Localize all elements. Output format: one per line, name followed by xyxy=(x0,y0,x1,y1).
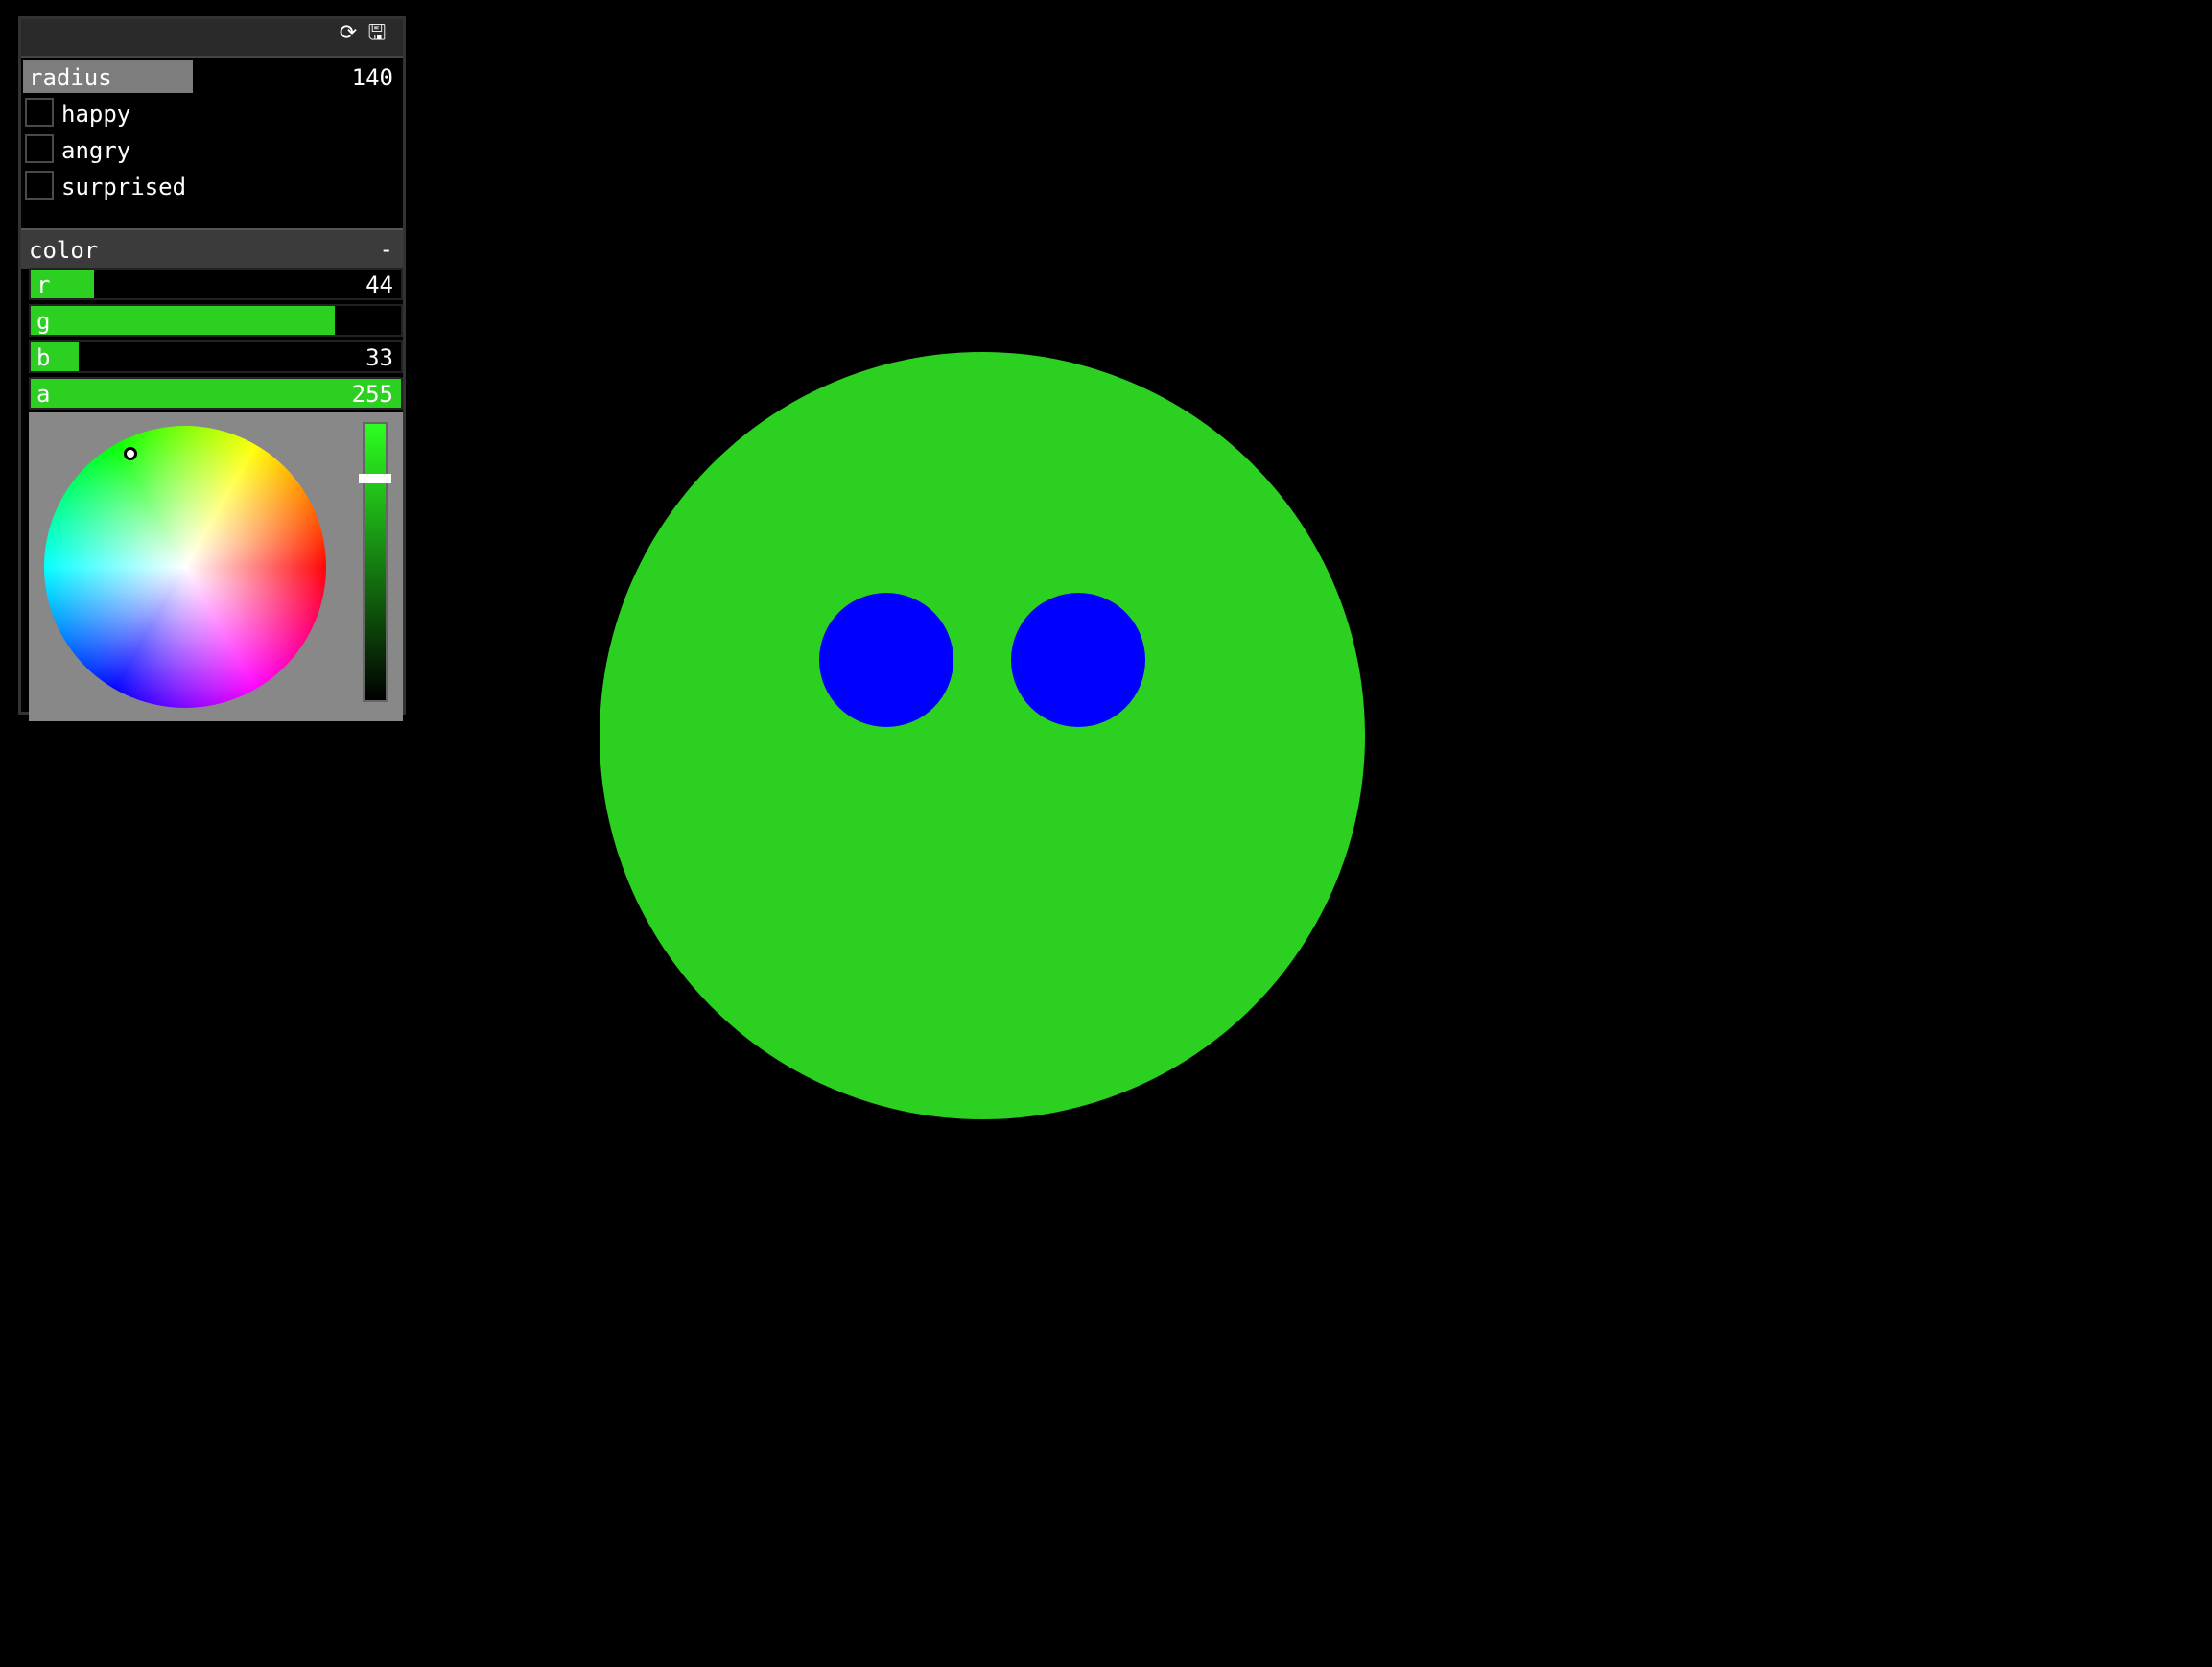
collapse-icon[interactable]: - xyxy=(380,230,393,269)
color-picker xyxy=(29,412,403,721)
happy-label: happy xyxy=(61,101,131,128)
slider-g-label: g xyxy=(36,308,51,335)
gui-panel: ⟳ 🖫 radius 140 happy angry surprised col… xyxy=(18,16,406,721)
radius-value: 140 xyxy=(351,64,393,91)
brightness-slider[interactable] xyxy=(363,422,388,702)
slider-a-fill xyxy=(31,379,401,408)
slider-a-value: 255 xyxy=(351,381,393,408)
surprised-label: surprised xyxy=(61,174,187,200)
slider-g-fill xyxy=(31,306,335,335)
refresh-icon[interactable]: ⟳ xyxy=(336,21,361,46)
slider-b-label: b xyxy=(36,344,51,371)
color-group-header[interactable]: color - xyxy=(21,228,403,269)
slider-r-label: r xyxy=(36,271,51,298)
slider-g[interactable]: g xyxy=(29,304,403,337)
slider-a[interactable]: a 255 xyxy=(29,377,403,410)
slider-b-value: 33 xyxy=(365,344,393,371)
color-group-title: color xyxy=(29,237,99,264)
slider-r-value: 44 xyxy=(365,271,393,298)
face-circle xyxy=(600,352,1365,1119)
angry-label: angry xyxy=(61,137,131,164)
slider-b[interactable]: b 33 xyxy=(29,340,403,373)
brightness-slider-handle[interactable] xyxy=(359,474,391,483)
right-eye xyxy=(1011,593,1145,727)
save-icon[interactable]: 🖫 xyxy=(365,21,389,46)
panel-header[interactable]: ⟳ 🖫 xyxy=(21,19,403,58)
angry-checkbox[interactable] xyxy=(25,134,54,163)
slider-a-label: a xyxy=(36,381,51,408)
surprised-checkbox[interactable] xyxy=(25,171,54,200)
happy-checkbox[interactable] xyxy=(25,98,54,127)
radius-label: radius xyxy=(29,64,112,91)
color-wheel[interactable] xyxy=(44,426,326,708)
left-eye xyxy=(819,593,953,727)
color-wheel-marker[interactable] xyxy=(124,447,137,460)
toggle-angry[interactable]: angry xyxy=(23,132,401,167)
toggle-surprised[interactable]: surprised xyxy=(23,169,401,203)
slider-r[interactable]: r 44 xyxy=(29,268,403,300)
radius-slider[interactable]: radius 140 xyxy=(23,60,401,93)
toggle-happy[interactable]: happy xyxy=(23,96,401,130)
